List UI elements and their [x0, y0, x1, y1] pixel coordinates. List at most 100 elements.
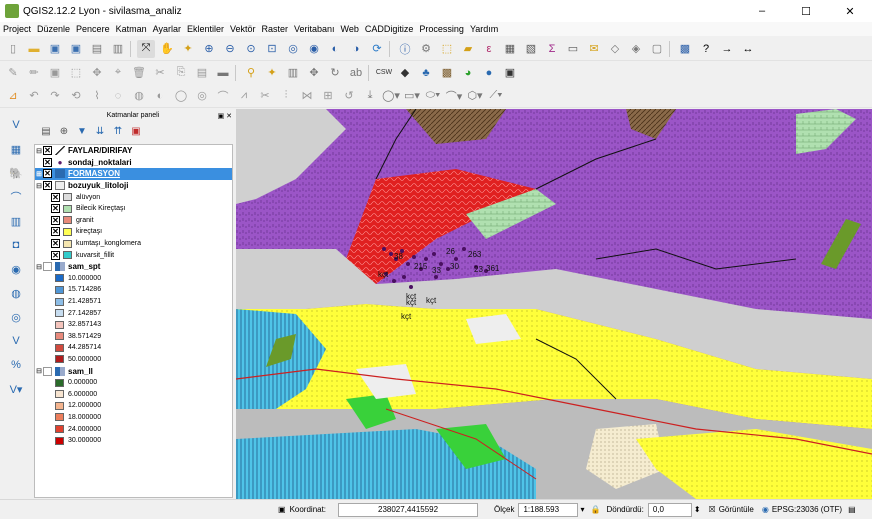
crs-label[interactable]: EPSG:23036 (OTF): [772, 505, 842, 514]
zoom-out-icon[interactable]: ⊖: [221, 40, 239, 58]
scale-combobox[interactable]: 1:188.593: [518, 502, 579, 517]
simplify-icon[interactable]: ⌇: [88, 87, 106, 105]
rotate-symbols-icon[interactable]: ↺: [340, 87, 358, 105]
add-ring-icon[interactable]: ◌: [109, 87, 127, 105]
legend-item-checkbox[interactable]: ✕: [51, 250, 60, 260]
add-raster-layer-icon[interactable]: ▦: [5, 139, 27, 159]
layer-checkbox[interactable]: ✕: [43, 146, 52, 156]
menu-edit[interactable]: Düzenle: [37, 24, 70, 34]
add-virtual-layer-icon[interactable]: %: [5, 355, 27, 375]
zoom-full-icon[interactable]: ⊡: [263, 40, 281, 58]
rotation-spin-icon[interactable]: ⬍: [694, 505, 701, 514]
zoom-last-icon[interactable]: ◐: [326, 40, 344, 58]
measure-icon[interactable]: ▭: [564, 40, 582, 58]
filter-legend-icon[interactable]: ▼: [74, 126, 90, 137]
layer-sam-ll[interactable]: ⊟ sam_ll: [35, 365, 232, 377]
arc-tool-icon[interactable]: ⌒▾: [445, 87, 463, 105]
split-parts-icon[interactable]: ⫶: [277, 87, 295, 105]
litoloji-legend-item[interactable]: ✕ kuvarsit_fillit: [35, 249, 232, 261]
layer-sam-spt[interactable]: ⊟ sam_spt: [35, 261, 232, 273]
delete-ring-icon[interactable]: ◯: [172, 87, 190, 105]
rotate-feature-icon[interactable]: ⟲: [67, 87, 85, 105]
legend-item-checkbox[interactable]: ✕: [51, 227, 60, 237]
add-wms-layer-icon[interactable]: ◉: [5, 259, 27, 279]
add-part-icon[interactable]: ◍: [130, 87, 148, 105]
rectangle-tool-icon[interactable]: ▭▾: [403, 87, 421, 105]
select-features-icon[interactable]: ⬚: [438, 40, 456, 58]
label-tool-icon[interactable]: ▬: [214, 64, 232, 82]
menu-settings[interactable]: Ayarlar: [153, 24, 181, 34]
label-pin-icon[interactable]: ⚲: [242, 64, 260, 82]
menu-project[interactable]: Project: [3, 24, 31, 34]
add-wfs-layer-icon[interactable]: ◎: [5, 307, 27, 327]
circle-tool-icon[interactable]: ◯▾: [382, 87, 400, 105]
layer-checkbox[interactable]: ✕: [43, 181, 52, 191]
label-change-icon[interactable]: ab: [347, 64, 365, 82]
collapse-all-icon[interactable]: ⇈: [110, 126, 126, 137]
merge-attributes-icon[interactable]: ⊞: [319, 87, 337, 105]
expand-toggle-icon[interactable]: ⊞: [35, 170, 43, 178]
coordinate-field[interactable]: 238027,4415592: [338, 502, 479, 517]
delete-selected-icon[interactable]: 🗑: [130, 64, 148, 82]
db-manager-icon[interactable]: ◆: [396, 64, 414, 82]
maximize-button[interactable]: ☐: [784, 0, 828, 22]
reshape-icon[interactable]: ⌒: [214, 87, 232, 105]
georef-arrow-icon[interactable]: →: [718, 40, 736, 58]
label-highlight-icon[interactable]: ✦: [263, 64, 281, 82]
raster-calculator-icon[interactable]: ▩: [438, 64, 456, 82]
layer-styling-icon[interactable]: ▤: [38, 126, 54, 137]
text-annotation-icon[interactable]: ▢: [648, 40, 666, 58]
new-print-composer-icon[interactable]: ▤: [88, 40, 106, 58]
new-bookmark-icon[interactable]: ◇: [606, 40, 624, 58]
fill-ring-icon[interactable]: ◐: [151, 87, 169, 105]
legend-item-checkbox[interactable]: ✕: [51, 192, 60, 202]
rotation-field[interactable]: 0,0: [647, 502, 692, 517]
expand-toggle-icon[interactable]: ⊟: [35, 182, 43, 190]
map-tips-icon[interactable]: ✉: [585, 40, 603, 58]
close-button[interactable]: ✕: [828, 0, 872, 22]
line-tool-icon[interactable]: ⟋▾: [487, 87, 505, 105]
save-edits-icon[interactable]: ▣: [46, 64, 64, 82]
add-mssql-layer-icon[interactable]: ▥: [5, 211, 27, 231]
composer-manager-icon[interactable]: ▥: [109, 40, 127, 58]
move-feature-icon[interactable]: ✥: [88, 64, 106, 82]
help-contents-icon[interactable]: ▩: [676, 40, 694, 58]
menu-processing[interactable]: Processing: [419, 24, 464, 34]
add-group-icon[interactable]: ⊕: [56, 126, 72, 137]
legend-item-checkbox[interactable]: ✕: [51, 239, 60, 249]
layer-checkbox[interactable]: ✕: [43, 157, 52, 167]
toggle-editing-icon[interactable]: ✏: [25, 64, 43, 82]
panel-close-button[interactable]: ✕: [226, 113, 232, 120]
layer-checkbox[interactable]: ✕: [43, 169, 52, 179]
current-edits-icon[interactable]: ✎: [4, 64, 22, 82]
menu-raster[interactable]: Raster: [262, 24, 289, 34]
whats-this-icon[interactable]: ?: [697, 40, 715, 58]
add-wcs-layer-icon[interactable]: ◍: [5, 283, 27, 303]
render-checkbox[interactable]: ☒: [709, 505, 716, 514]
menu-plugins[interactable]: Eklentiler: [187, 24, 224, 34]
python-console-icon[interactable]: ♣: [417, 64, 435, 82]
ellipse-tool-icon[interactable]: ⬭▾: [424, 87, 442, 105]
open-project-icon[interactable]: ▬: [25, 40, 43, 58]
label-move-icon[interactable]: ✥: [305, 64, 323, 82]
redo-icon[interactable]: ↷: [46, 87, 64, 105]
layer-bozuyuk[interactable]: ⊟ ✕ bozuyuk_litoloji: [35, 180, 232, 192]
add-postgis-layer-icon[interactable]: 🐘: [5, 163, 27, 183]
select-by-expression-icon[interactable]: ε: [480, 40, 498, 58]
zoom-to-selection-icon[interactable]: ◎: [284, 40, 302, 58]
zoom-next-icon[interactable]: ◑: [347, 40, 365, 58]
merge-features-icon[interactable]: ⋈: [298, 87, 316, 105]
menu-database[interactable]: Veritabanı: [294, 24, 335, 34]
open-attribute-table-icon[interactable]: ▦: [501, 40, 519, 58]
plugin-icon[interactable]: ▣: [501, 64, 519, 82]
save-project-icon[interactable]: ▣: [46, 40, 64, 58]
cad-tools-icon[interactable]: ⊿: [4, 87, 22, 105]
pan-hand-icon[interactable]: ✋: [158, 40, 176, 58]
menu-help[interactable]: Yardım: [470, 24, 498, 34]
legend-item-checkbox[interactable]: ✕: [51, 215, 60, 225]
menu-view[interactable]: Pencere: [76, 24, 110, 34]
crs-icon[interactable]: ◉: [762, 505, 769, 514]
label-rotate-icon[interactable]: ↻: [326, 64, 344, 82]
new-shapefile-icon[interactable]: V▾: [5, 379, 27, 399]
node-tool-icon[interactable]: ⌖: [109, 64, 127, 82]
